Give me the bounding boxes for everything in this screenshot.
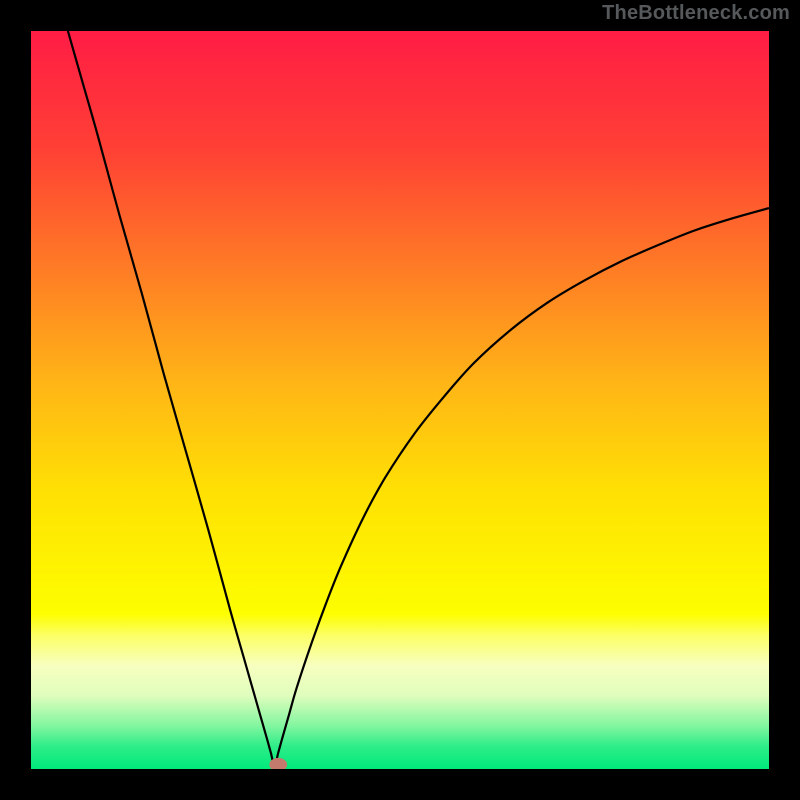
plot-area bbox=[31, 31, 769, 769]
chart-canvas bbox=[31, 31, 769, 769]
attribution-label: TheBottleneck.com bbox=[602, 2, 790, 25]
chart-frame: TheBottleneck.com bbox=[0, 0, 800, 800]
chart-background bbox=[31, 31, 769, 769]
